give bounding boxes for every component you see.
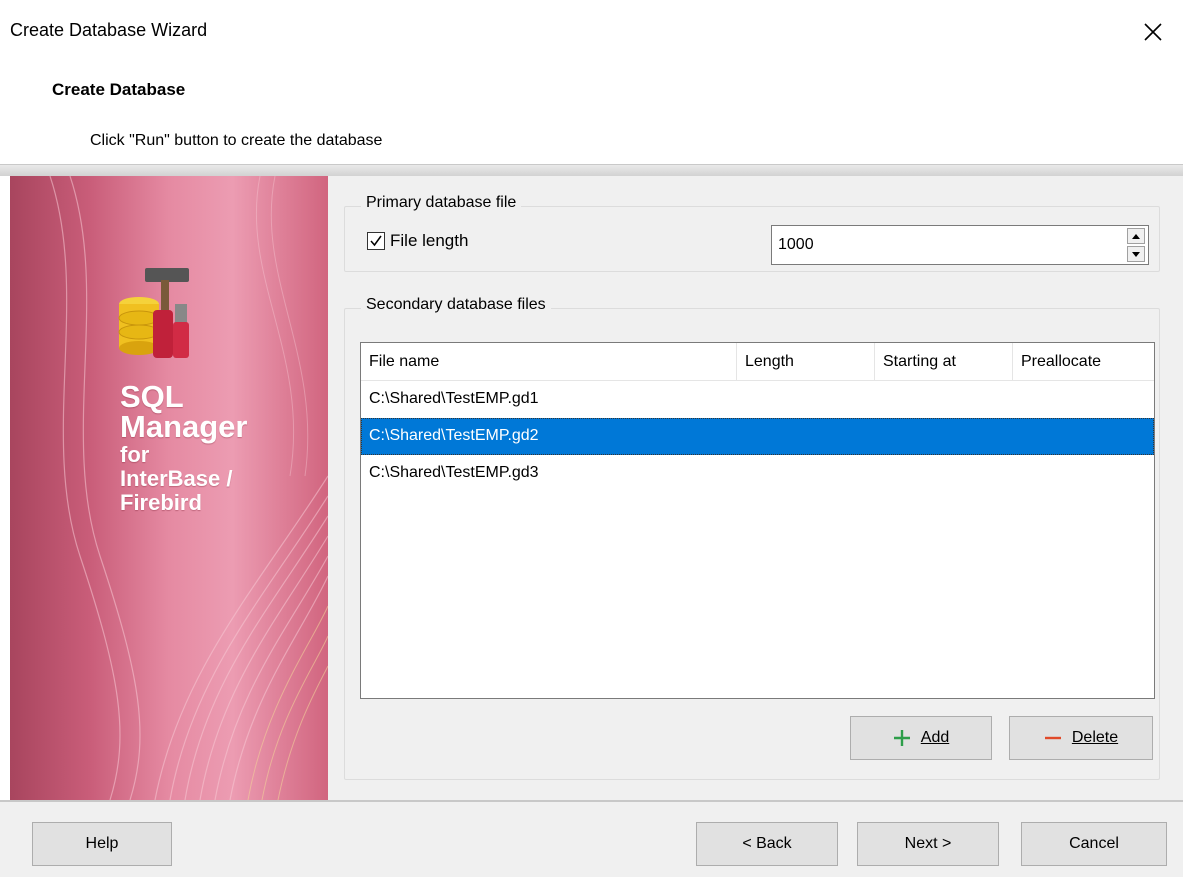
- delete-button[interactable]: Delete: [1009, 716, 1153, 760]
- add-label: Add: [920, 729, 950, 746]
- file-length-label: File length: [390, 231, 469, 250]
- column-header-starting-at[interactable]: Starting at: [875, 343, 1013, 381]
- file-length-spin-edit[interactable]: 1000: [771, 225, 1149, 265]
- help-button[interactable]: Help: [32, 822, 172, 866]
- table-row-selected[interactable]: C:\Shared\TestEMP.gd2: [361, 418, 1154, 455]
- primary-file-legend: Primary database file: [361, 194, 522, 212]
- cancel-button[interactable]: Cancel: [1021, 822, 1167, 866]
- header-separator: [0, 164, 1183, 176]
- step-title: Create Database: [52, 80, 186, 99]
- table-row[interactable]: C:\Shared\TestEMP.gd3: [361, 455, 1154, 492]
- next-button[interactable]: Next >: [857, 822, 999, 866]
- column-header-length[interactable]: Length: [737, 343, 875, 381]
- arrow-up-icon: [1132, 233, 1140, 239]
- brand-text: SQL Manager for InterBase / Firebird: [120, 379, 248, 515]
- file-length-checkbox[interactable]: File length: [367, 231, 468, 251]
- window-title: Create Database Wizard: [10, 20, 208, 40]
- next-label: Next >: [904, 835, 952, 852]
- arrow-down-icon: [1132, 251, 1140, 257]
- table-row[interactable]: C:\Shared\TestEMP.gd1: [361, 381, 1154, 418]
- file-length-value[interactable]: 1000: [778, 236, 814, 254]
- step-description: Click "Run" button to create the databas…: [90, 132, 383, 149]
- brand-line-5: Firebird: [120, 490, 202, 515]
- brand-line-1: SQL: [120, 379, 184, 414]
- database-tools-icon: [118, 268, 189, 358]
- back-button[interactable]: < Back: [696, 822, 838, 866]
- minus-icon: [1044, 736, 1061, 740]
- wizard-footer: Help < Back Next > Cancel: [0, 802, 1183, 877]
- wizard-header: Create Database Click "Run" button to cr…: [0, 66, 1183, 166]
- spin-down-button[interactable]: [1127, 246, 1145, 262]
- back-label: < Back: [742, 835, 792, 852]
- plus-icon: [893, 730, 910, 746]
- close-icon: [1144, 23, 1162, 41]
- column-header-file-name[interactable]: File name: [361, 343, 737, 381]
- wizard-content: Primary database file File length 1000 S…: [328, 176, 1183, 800]
- title-bar: Create Database Wizard: [0, 0, 1183, 66]
- cancel-label: Cancel: [1069, 835, 1119, 852]
- brand-line-4: InterBase /: [120, 466, 233, 491]
- primary-file-group: Primary database file File length 1000: [344, 194, 1160, 272]
- close-button[interactable]: [1133, 12, 1173, 52]
- help-label: Help: [85, 835, 119, 852]
- spin-buttons: [1127, 228, 1145, 262]
- check-icon: [370, 235, 382, 247]
- brand-line-3: for: [120, 442, 150, 467]
- sidebar-banner: SQL Manager for InterBase / Firebird: [10, 176, 328, 800]
- add-button[interactable]: Add: [850, 716, 992, 760]
- secondary-files-table[interactable]: File name Length Starting at Preallocate…: [360, 342, 1155, 699]
- delete-label: Delete: [1071, 729, 1119, 746]
- column-header-preallocate[interactable]: Preallocate: [1013, 343, 1154, 381]
- secondary-files-legend: Secondary database files: [361, 296, 551, 314]
- checkbox-box: [367, 232, 385, 250]
- spin-up-button[interactable]: [1127, 228, 1145, 244]
- table-header: File name Length Starting at Preallocate: [361, 343, 1154, 381]
- brand-line-2: Manager: [120, 409, 248, 444]
